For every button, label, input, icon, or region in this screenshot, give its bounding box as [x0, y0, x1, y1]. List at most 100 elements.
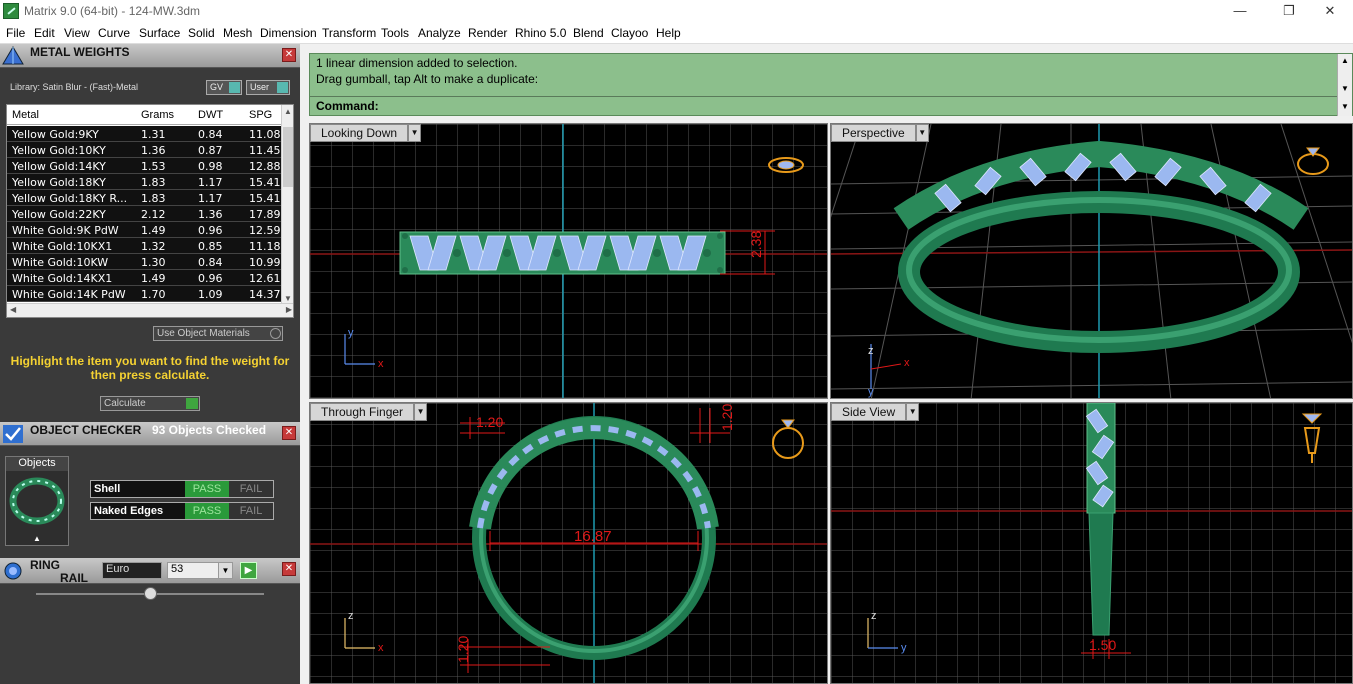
viewport-label: Perspective: [842, 126, 905, 140]
menu-curve[interactable]: Curve: [98, 26, 130, 40]
scroll-down-icon[interactable]: ▼: [284, 294, 292, 303]
menu-clayoo[interactable]: Clayoo: [611, 26, 648, 40]
menu-edit[interactable]: Edit: [34, 26, 55, 40]
object-checker-title: OBJECT CHECKER: [30, 423, 142, 437]
dwt-cell: 0.98: [198, 160, 223, 173]
menu-dimension[interactable]: Dimension: [260, 26, 317, 40]
naked-edges-fail[interactable]: FAIL: [229, 503, 273, 519]
dimension-label-top-1: 1.20: [476, 414, 503, 430]
scroll-up-icon[interactable]: ▲: [1341, 56, 1349, 65]
viewport-looking-down[interactable]: 2.38 y x Looking Down ▼: [309, 123, 828, 399]
table-vertical-scrollbar[interactable]: ▲ ▼: [281, 105, 293, 305]
scroll-end-icon[interactable]: ▼: [1341, 102, 1349, 111]
dwt-cell: 1.36: [198, 208, 223, 221]
chevron-down-icon[interactable]: ▼: [906, 403, 920, 421]
metal-weights-header: METAL WEIGHTS ✕: [0, 44, 300, 68]
toggle-indicator: [229, 82, 240, 93]
viewport-tab-side-view[interactable]: Side View ▼: [831, 403, 920, 421]
menu-view[interactable]: View: [64, 26, 90, 40]
restore-button[interactable]: ❐: [1266, 0, 1312, 23]
gv-label: GV: [210, 82, 224, 92]
menu-surface[interactable]: Surface: [139, 26, 180, 40]
table-row[interactable]: Yellow Gold:18KY 1.83 1.17 15.41: [7, 174, 283, 190]
ring-size-standard[interactable]: Euro: [102, 562, 162, 579]
command-scrollbar[interactable]: ▲ ▼ ▼: [1337, 54, 1352, 116]
chevron-down-icon[interactable]: ▼: [414, 403, 428, 421]
ring-rail-slider-handle[interactable]: [144, 587, 157, 600]
menu-tools[interactable]: Tools: [381, 26, 409, 40]
dimension-label-side: 1.50: [1089, 637, 1116, 653]
command-line[interactable]: Command:: [310, 96, 1338, 116]
ring-size-select[interactable]: 53 ▼: [167, 562, 233, 579]
menu-transform[interactable]: Transform: [322, 26, 376, 40]
calculate-button[interactable]: Calculate: [100, 396, 200, 411]
table-horizontal-scrollbar[interactable]: ◀ ▶: [7, 303, 293, 317]
minimize-button[interactable]: —: [1217, 0, 1263, 23]
menu-blend[interactable]: Blend: [573, 26, 604, 40]
metal-weights-table[interactable]: Metal Grams DWT SPG Yellow Gold:9KY 1.31 0…: [6, 104, 294, 318]
scroll-down-icon[interactable]: ▼: [1341, 84, 1349, 93]
table-row[interactable]: White Gold:10KX1 1.32 0.85 11.18: [7, 238, 283, 254]
objects-thumbnail-panel[interactable]: Objects ▲: [5, 456, 69, 546]
menu-mesh[interactable]: Mesh: [223, 26, 252, 40]
table-row[interactable]: White Gold:10KW 1.30 0.84 10.99: [7, 254, 283, 270]
menu-help[interactable]: Help: [656, 26, 681, 40]
checkmark-icon: [3, 425, 23, 443]
naked-edges-pass[interactable]: PASS: [185, 503, 229, 519]
shell-fail[interactable]: FAIL: [229, 481, 273, 497]
table-row[interactable]: Yellow Gold:14KY 1.53 0.98 12.88: [7, 158, 283, 174]
weight-hint-text: Highlight the item you want to find the …: [10, 354, 290, 382]
table-row[interactable]: White Gold:14K PdW 1.70 1.09 14.37: [7, 286, 283, 302]
svg-text:z: z: [348, 610, 354, 622]
viewport-tab-perspective[interactable]: Perspective ▼: [831, 124, 929, 142]
table-row[interactable]: Yellow Gold:9KY 1.31 0.84 11.08: [7, 126, 283, 142]
close-button[interactable]: ✕: [1307, 0, 1353, 23]
use-object-materials-toggle[interactable]: Use Object Materials: [153, 326, 283, 341]
shell-pass[interactable]: PASS: [185, 481, 229, 497]
chevron-down-icon[interactable]: ▼: [218, 563, 232, 578]
ring-rail-apply-button[interactable]: ▶: [240, 562, 257, 579]
expand-up-icon[interactable]: ▲: [33, 534, 41, 543]
through-finger-canvas: 1.20 1.20 16.87 1.20 z x: [310, 403, 827, 683]
shell-label: Shell: [94, 483, 121, 495]
scroll-thumb[interactable]: [283, 127, 293, 187]
ring-rail-title-2: RAIL: [60, 571, 88, 585]
calculate-label: Calculate: [104, 398, 146, 409]
viewport-tab-through-finger[interactable]: Through Finger ▼: [310, 403, 428, 421]
table-row[interactable]: White Gold:14KX1 1.49 0.96 12.61: [7, 270, 283, 286]
menu-analyze[interactable]: Analyze: [418, 26, 461, 40]
table-row[interactable]: Yellow Gold:22KY 2.12 1.36 17.89: [7, 206, 283, 222]
user-toggle[interactable]: User: [246, 80, 290, 95]
close-icon[interactable]: ✕: [282, 426, 296, 440]
menu-solid[interactable]: Solid: [188, 26, 215, 40]
menu-rhino[interactable]: Rhino 5.0: [515, 26, 566, 40]
col-metal[interactable]: Metal: [12, 109, 39, 121]
menu-render[interactable]: Render: [468, 26, 507, 40]
grams-cell: 1.31: [141, 128, 166, 141]
table-row[interactable]: Yellow Gold:18KY R... 1.83 1.17 15.41: [7, 190, 283, 206]
table-row[interactable]: White Gold:9K PdW 1.49 0.96 12.59: [7, 222, 283, 238]
close-icon[interactable]: ✕: [282, 48, 296, 62]
scroll-left-icon[interactable]: ◀: [10, 305, 16, 314]
scroll-right-icon[interactable]: ▶: [286, 305, 292, 314]
viewport-tab-looking-down[interactable]: Looking Down ▼: [310, 124, 422, 142]
table-row[interactable]: Yellow Gold:10KY 1.36 0.87 11.45: [7, 142, 283, 158]
close-icon[interactable]: ✕: [282, 562, 296, 576]
gv-toggle[interactable]: GV: [206, 80, 242, 95]
scroll-up-icon[interactable]: ▲: [284, 107, 292, 116]
grams-cell: 1.32: [141, 240, 166, 253]
col-dwt[interactable]: DWT: [198, 109, 223, 121]
objects-checked-count: 93 Objects Checked: [152, 423, 267, 437]
radio-icon: [270, 328, 281, 339]
col-grams[interactable]: Grams: [141, 109, 174, 121]
metal-cell: White Gold:10KW: [12, 256, 109, 269]
grams-cell: 1.30: [141, 256, 166, 269]
viewport-perspective[interactable]: z x y Perspective ▼: [830, 123, 1353, 399]
chevron-down-icon[interactable]: ▼: [915, 124, 929, 142]
viewport-through-finger[interactable]: 1.20 1.20 16.87 1.20 z x Through Finger ▼: [309, 402, 828, 684]
col-spg[interactable]: SPG: [249, 109, 272, 121]
grams-cell: 1.83: [141, 176, 166, 189]
menu-file[interactable]: File: [6, 26, 25, 40]
viewport-side-view[interactable]: 1.50 z y Side View ▼: [830, 402, 1353, 684]
chevron-down-icon[interactable]: ▼: [408, 124, 422, 142]
